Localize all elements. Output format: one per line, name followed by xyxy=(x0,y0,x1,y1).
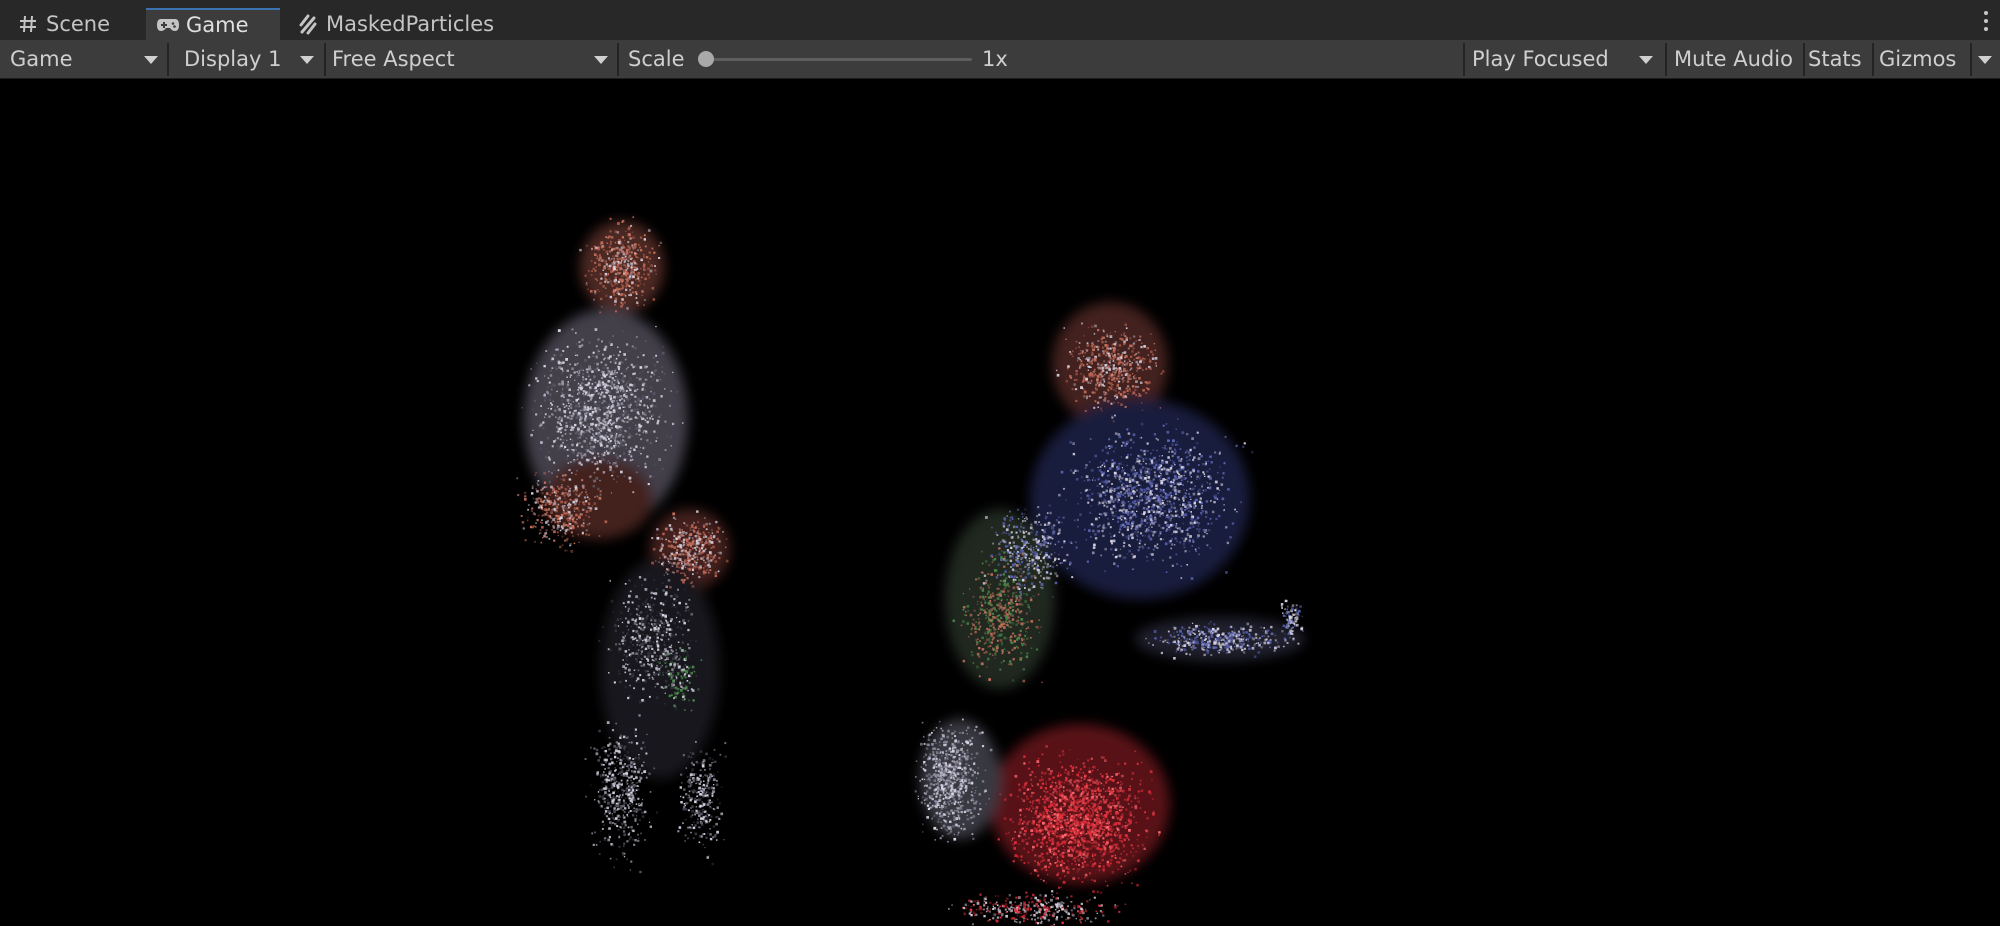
gizmos-dropdown[interactable] xyxy=(1974,43,1998,75)
toolbar-divider xyxy=(324,43,326,76)
toolbar-divider xyxy=(1463,43,1465,76)
chevron-down-icon xyxy=(300,56,314,64)
view-type-dropdown[interactable]: Game xyxy=(4,43,164,75)
toolbar-divider xyxy=(1970,43,1972,76)
tab-menu-kebab-icon[interactable] xyxy=(1980,8,1992,34)
tab-masked-particles-label: MaskedParticles xyxy=(326,12,495,36)
play-mode-value: Play Focused xyxy=(1472,47,1609,71)
play-mode-dropdown[interactable]: Play Focused xyxy=(1467,43,1663,75)
tab-game[interactable]: Game xyxy=(146,8,280,40)
aspect-ratio-value: Free Aspect xyxy=(332,47,455,71)
aspect-ratio-dropdown[interactable]: Free Aspect xyxy=(328,43,614,75)
game-view-toolbar: Game Display 1 Free Aspect Scale 1x Play… xyxy=(0,40,2000,79)
toolbar-divider xyxy=(1665,43,1667,76)
tab-masked-particles[interactable]: MaskedParticles xyxy=(290,8,530,40)
game-view-viewport[interactable] xyxy=(0,79,2000,926)
tab-scene-label: Scene xyxy=(46,12,111,36)
scale-value-text: 1x xyxy=(982,47,1008,71)
display-value: Display 1 xyxy=(184,47,282,71)
gizmos-toggle[interactable]: Gizmos xyxy=(1876,43,1972,75)
stats-toggle[interactable]: Stats xyxy=(1807,43,1875,75)
toolbar-divider xyxy=(167,43,169,76)
gamepad-icon xyxy=(156,13,180,37)
tab-game-label: Game xyxy=(186,13,249,37)
gizmos-label: Gizmos xyxy=(1879,47,1957,71)
toolbar-divider xyxy=(1872,43,1874,76)
toolbar-divider xyxy=(617,43,619,76)
masked-particles-render xyxy=(516,216,1305,926)
scale-slider-track[interactable] xyxy=(706,58,972,61)
editor-tab-bar: Scene Game MaskedParticles xyxy=(0,0,2000,40)
scale-slider-handle[interactable] xyxy=(698,51,714,67)
chevron-down-icon xyxy=(594,56,608,64)
particles-icon xyxy=(296,12,320,36)
tab-scene[interactable]: Scene xyxy=(10,8,150,40)
chevron-down-icon xyxy=(1639,56,1653,64)
scale-label-text: Scale xyxy=(628,47,685,71)
scale-value: 1x xyxy=(982,43,1042,75)
view-type-value: Game xyxy=(10,47,73,71)
stats-label: Stats xyxy=(1808,47,1862,71)
toolbar-divider xyxy=(1803,43,1805,76)
chevron-down-icon xyxy=(144,56,158,64)
display-dropdown[interactable]: Display 1 xyxy=(172,43,322,75)
grid-hash-icon xyxy=(16,12,40,36)
chevron-down-icon xyxy=(1978,56,1992,64)
mute-audio-label: Mute Audio xyxy=(1674,47,1793,71)
unity-game-window: Scene Game MaskedParticles Game Display … xyxy=(0,0,2000,926)
mute-audio-toggle[interactable]: Mute Audio xyxy=(1669,43,1803,75)
